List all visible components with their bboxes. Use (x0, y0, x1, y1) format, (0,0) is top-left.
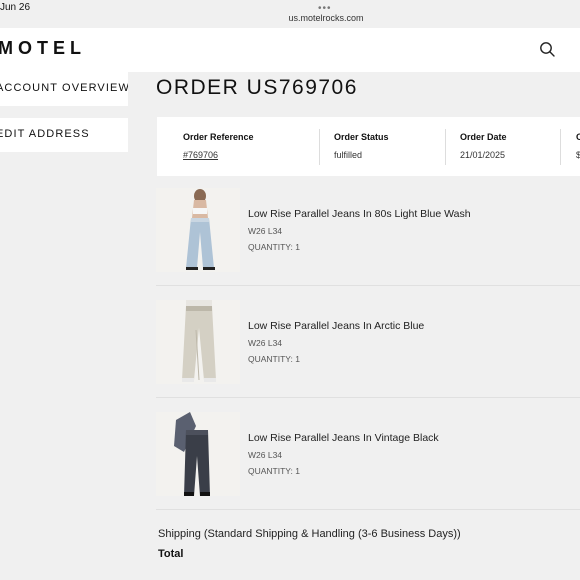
product-quantity: QUANTITY: 1 (248, 466, 300, 476)
order-summary-box: Order Reference #769706 Order Status ful… (157, 117, 580, 176)
order-total-value: $ (576, 150, 580, 160)
divider (560, 129, 561, 165)
divider (319, 129, 320, 165)
item-divider (156, 285, 580, 286)
search-button[interactable] (538, 40, 558, 60)
order-item: Low Rise Parallel Jeans In Vintage Black… (156, 412, 580, 496)
shipping-method: Shipping (Standard Shipping & Handling (… (158, 528, 461, 540)
order-total-label: O (576, 132, 580, 142)
sidebar-item-label: ACCOUNT OVERVIEW (0, 82, 128, 94)
order-date-label: Order Date (460, 132, 507, 142)
product-size: W26 L34 (248, 226, 283, 236)
product-quantity: QUANTITY: 1 (248, 242, 300, 252)
page-title: ORDER US769706 (156, 76, 358, 99)
order-item: Low Rise Parallel Jeans In 80s Light Blu… (156, 188, 580, 272)
product-name-link[interactable]: Low Rise Parallel Jeans In Arctic Blue (248, 320, 424, 332)
sidebar-item-label: EDIT ADDRESS (0, 128, 90, 140)
item-divider (156, 397, 580, 398)
order-total-label: Total (158, 548, 184, 560)
site-header: MOTEL (0, 28, 580, 72)
product-name-link[interactable]: Low Rise Parallel Jeans In Vintage Black (248, 432, 439, 444)
product-thumbnail[interactable] (156, 300, 240, 384)
item-divider (156, 509, 580, 510)
browser-status-bar: Jun 26 ••• us.motelrocks.com (0, 0, 580, 28)
product-quantity: QUANTITY: 1 (248, 354, 300, 364)
order-reference-link[interactable]: #769706 (183, 150, 218, 160)
jeans-vintage-black-photo (156, 412, 240, 496)
brand-logo[interactable]: MOTEL (0, 38, 86, 59)
product-size: W26 L34 (248, 450, 283, 460)
order-status-value: fulfilled (334, 150, 363, 160)
product-thumbnail[interactable] (156, 412, 240, 496)
order-reference-label: Order Reference (183, 132, 254, 142)
order-status-label: Order Status (334, 132, 389, 142)
product-size: W26 L34 (248, 338, 283, 348)
product-name-link[interactable]: Low Rise Parallel Jeans In 80s Light Blu… (248, 208, 471, 220)
jeans-arctic-blue-photo (156, 300, 240, 384)
jeans-light-blue-photo (156, 188, 240, 272)
sidebar-item-edit-address[interactable]: EDIT ADDRESS (0, 118, 128, 152)
divider (445, 129, 446, 165)
search-icon (540, 42, 555, 57)
order-date-value: 21/01/2025 (460, 150, 506, 160)
product-thumbnail[interactable] (156, 188, 240, 272)
sidebar-item-account-overview[interactable]: ACCOUNT OVERVIEW (0, 72, 128, 106)
order-item: Low Rise Parallel Jeans In Arctic Blue W… (156, 300, 580, 384)
address-bar-url[interactable]: us.motelrocks.com (0, 13, 580, 23)
status-date: Jun 26 (0, 2, 31, 13)
